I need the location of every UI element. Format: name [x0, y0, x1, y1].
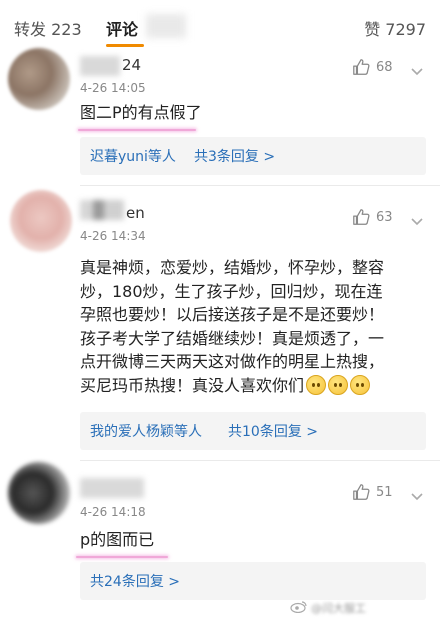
- reply-summary[interactable]: 共24条回复 >: [80, 562, 426, 600]
- reply-count-link[interactable]: 共24条回复 >: [90, 571, 180, 591]
- avatar[interactable]: [10, 190, 72, 252]
- comment-time: 4-26 14:05: [80, 81, 146, 95]
- comment-time: 4-26 14:18: [80, 505, 146, 519]
- like-count: 68: [376, 59, 393, 75]
- blurred-count: [146, 14, 186, 38]
- divider: [80, 185, 440, 186]
- weibo-logo-icon: [290, 600, 308, 616]
- tab-likes[interactable]: 赞 7297: [364, 16, 426, 40]
- chevron-down-icon[interactable]: [410, 62, 424, 81]
- thumbs-up-icon: [352, 58, 370, 76]
- blurred-username: [80, 478, 144, 498]
- username[interactable]: 24: [122, 56, 141, 74]
- like-button[interactable]: 51: [352, 483, 393, 501]
- smiley-emoji: [328, 374, 349, 395]
- reply-count-link[interactable]: 共3条回复 >: [194, 146, 275, 166]
- like-button[interactable]: 63: [352, 208, 393, 226]
- blurred-username: [80, 200, 124, 220]
- avatar[interactable]: [8, 48, 70, 110]
- reply-count-link[interactable]: 共10条回复 >: [228, 421, 318, 441]
- thumbs-up-icon: [352, 208, 370, 226]
- smiley-emoji: [350, 374, 371, 395]
- comment-time: 4-26 14:34: [80, 229, 146, 243]
- tab-active-indicator: [106, 44, 144, 47]
- comment-tabs: 转发 223 评论 赞 7297: [0, 0, 440, 52]
- chevron-down-icon[interactable]: [410, 212, 424, 231]
- username[interactable]: en: [126, 204, 145, 222]
- avatar[interactable]: [8, 462, 70, 524]
- reply-summary[interactable]: 迟暮yuni等人 共3条回复 >: [80, 137, 426, 175]
- reply-users[interactable]: 我的爱人杨颖等人: [90, 421, 202, 441]
- thumbs-up-icon: [352, 483, 370, 501]
- watermark: @闫大服工: [290, 600, 366, 616]
- highlight-mark: [78, 129, 196, 131]
- like-count: 63: [376, 209, 393, 225]
- tab-comments[interactable]: 评论: [106, 16, 138, 40]
- divider: [80, 460, 440, 461]
- chevron-down-icon[interactable]: [410, 487, 424, 506]
- tab-repost[interactable]: 转发 223: [14, 16, 82, 40]
- watermark-text: @闫大服工: [311, 602, 366, 615]
- comment-text: p的图而已: [80, 530, 155, 549]
- reply-summary[interactable]: 我的爱人杨颖等人 共10条回复 >: [80, 412, 426, 450]
- reply-users[interactable]: 迟暮yuni等人: [90, 146, 176, 166]
- like-button[interactable]: 68: [352, 58, 393, 76]
- highlight-mark: [76, 556, 168, 558]
- smiley-emoji: [306, 374, 327, 395]
- comment-text: 真是神烦，恋爱炒，结婚炒，怀孕炒，整容炒，180炒，生了孩子炒，回归炒，现在连孕…: [80, 256, 392, 397]
- comment-text: 图二P的有点假了: [80, 103, 202, 122]
- like-count: 51: [376, 484, 393, 500]
- blurred-username: [80, 56, 120, 76]
